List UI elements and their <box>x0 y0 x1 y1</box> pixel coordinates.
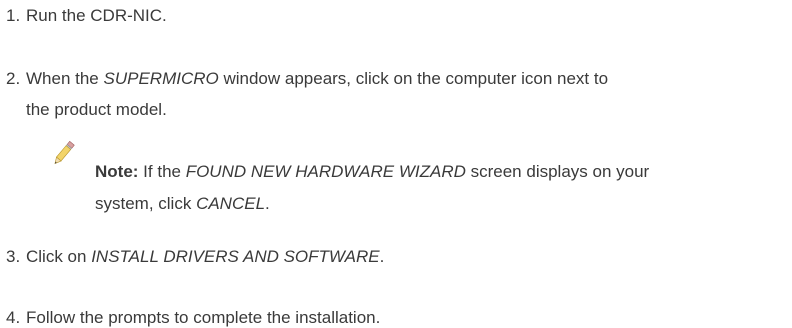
step-number: 2. <box>6 69 21 88</box>
emphasis-text: INSTALL DRIVERS AND SOFTWARE <box>91 247 380 266</box>
text-segment: . <box>265 194 270 213</box>
emphasis-text: CANCEL <box>196 194 266 213</box>
text-segment: screen displays on your <box>465 162 650 181</box>
note-label: Note: <box>95 162 139 181</box>
step-number: 3. <box>6 247 21 266</box>
text-segment: If the <box>138 162 186 181</box>
emphasis-text: FOUND NEW HARDWARE WIZARD <box>185 162 466 181</box>
pencil-icon <box>54 140 75 165</box>
emphasis-text: SUPERMICRO <box>103 69 219 88</box>
text-segment: Click on <box>26 247 92 266</box>
step-2-continuation: the product model. <box>26 100 167 120</box>
text-segment: window appears, click on the computer ic… <box>218 69 609 88</box>
step-text: Follow the prompts to complete the insta… <box>26 308 381 327</box>
step-number: 1. <box>6 6 21 25</box>
step-text: Run the CDR-NIC. <box>26 6 167 25</box>
step-text: Click on INSTALL DRIVERS AND SOFTWARE. <box>26 247 384 267</box>
text-segment: system, click <box>95 194 197 213</box>
text-segment: When the <box>26 69 104 88</box>
note-line-2: system, click CANCEL. <box>95 194 270 214</box>
text-segment: the product model. <box>26 100 167 119</box>
step-number: 4. <box>6 308 21 327</box>
text-segment: . <box>379 247 385 266</box>
note-line-1: Note: If the FOUND NEW HARDWARE WIZARD s… <box>95 162 649 182</box>
step-text: When the SUPERMICRO window appears, clic… <box>26 69 608 89</box>
